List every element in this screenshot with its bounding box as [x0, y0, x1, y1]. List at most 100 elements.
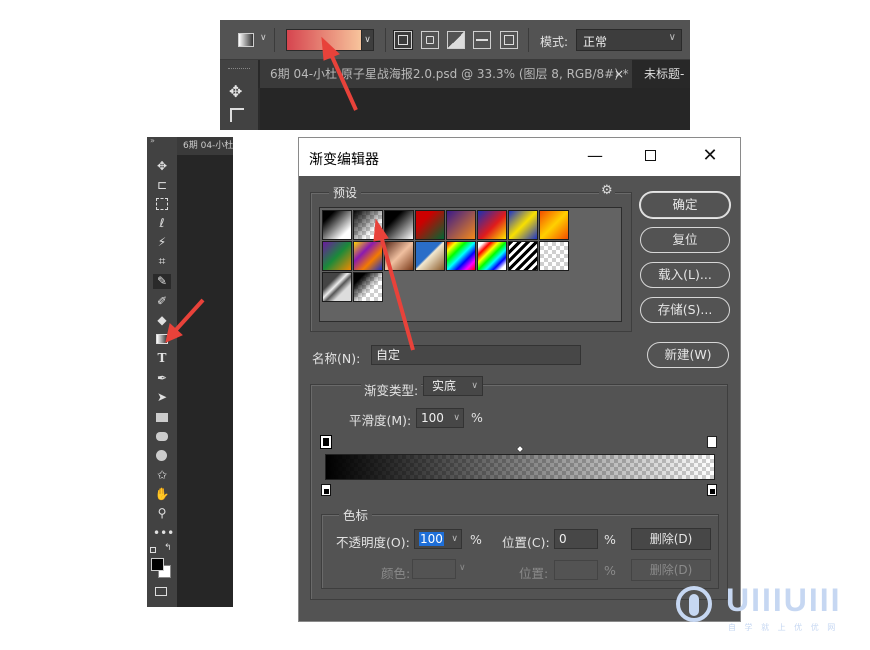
location-input[interactable]: 0	[554, 529, 598, 549]
document-tab[interactable]: 6期 04-小杜	[177, 137, 233, 155]
delete-opacity-stop-button[interactable]: 删除(D)	[631, 528, 711, 550]
preset-violet-green-orange[interactable]	[322, 241, 352, 271]
chevron-down-icon: ∨	[471, 381, 478, 391]
diamond-gradient-button[interactable]	[500, 31, 518, 49]
preset-blue-red-yellow[interactable]	[477, 210, 507, 240]
custom-shape-tool-icon[interactable]: ✩	[153, 468, 171, 483]
linear-gradient-button[interactable]	[393, 30, 413, 50]
type-tool-icon[interactable]: T	[153, 351, 171, 366]
maximize-icon[interactable]	[639, 146, 661, 166]
options-bar-crop: ∨ ∨ 模式: 正常 ∨ » 6期 04-小杜 原子星战海报2.0.psd @ …	[220, 20, 690, 130]
marquee-tool-icon[interactable]	[153, 197, 171, 212]
preset-fg-transparent[interactable]	[353, 210, 383, 240]
swap-colors-icon[interactable]: ↰	[164, 543, 172, 553]
document-tab-label: 未标题-	[644, 67, 685, 81]
artboard-tool-icon[interactable]: ⊏	[153, 178, 171, 193]
preset-violet-orange[interactable]	[446, 210, 476, 240]
preset-stripes[interactable]	[508, 241, 538, 271]
chevron-down-icon: ∨	[451, 534, 458, 544]
color-stop-left[interactable]	[321, 484, 331, 496]
smoothness-input[interactable]: 100 ∨	[416, 408, 464, 428]
preset-black-white[interactable]	[384, 210, 414, 240]
gradient-tool-icon[interactable]	[153, 332, 171, 347]
preset-orange-yellow[interactable]	[539, 210, 569, 240]
document-tab-label: 6期 04-小杜 原子星战海报2.0.psd @ 33.3% (图层 8, RG…	[270, 67, 629, 81]
reflected-gradient-button[interactable]	[473, 31, 491, 49]
preset-red-green[interactable]	[415, 210, 445, 240]
quick-mask-icon[interactable]	[155, 587, 167, 596]
toolbar-crop: » ✥ ⊏ ℓ ⚡ ⌗ ✎ ✐ ◆ T ✒ ➤ ✩ ✋ ⚲ ••• ↰ 6期 0…	[147, 136, 233, 607]
presets-group: 预设 ⚙	[310, 183, 632, 332]
name-input[interactable]: 自定	[371, 345, 581, 365]
eyedropper-tool-icon[interactable]: ✎	[153, 274, 171, 289]
save-button[interactable]: 存储(S)...	[640, 297, 730, 323]
gradient-type-value: 实底	[432, 379, 457, 393]
smoothness-label: 平滑度(M):	[349, 413, 412, 428]
gradient-tool-preset-icon[interactable]	[238, 33, 254, 47]
ellipse-tool-icon[interactable]	[153, 448, 171, 463]
foreground-color-swatch[interactable]	[151, 558, 164, 571]
preset-neutral-density[interactable]	[322, 272, 352, 302]
preset-transparent-stripes[interactable]	[539, 241, 569, 271]
preset-blue-yellow-blue[interactable]	[508, 210, 538, 240]
opacity-input[interactable]: 100 ∨	[414, 529, 462, 549]
document-tab-untitled[interactable]: 未标题-	[634, 60, 690, 88]
gear-icon[interactable]: ⚙	[599, 183, 615, 198]
rectangle-tool-icon[interactable]	[153, 410, 171, 425]
reset-button[interactable]: 复位	[640, 227, 730, 253]
dialog-title: 渐变编辑器	[309, 152, 379, 168]
artboard-tool-icon[interactable]	[230, 108, 244, 122]
options-bar: ∨ ∨ 模式: 正常 ∨	[220, 20, 690, 60]
radial-gradient-button[interactable]	[421, 31, 439, 49]
mode-select-value: 正常	[583, 35, 608, 49]
ok-button[interactable]: 确定	[640, 192, 730, 218]
preset-yellow-violet-orange-blue[interactable]	[353, 241, 383, 271]
color-label: 颜色:	[381, 566, 411, 581]
path-select-tool-icon[interactable]: ➤	[153, 390, 171, 405]
gradient-picker-dropdown[interactable]: ∨	[361, 29, 374, 51]
new-button[interactable]: 新建(W)	[647, 342, 729, 368]
minimize-icon[interactable]: —	[584, 146, 606, 166]
magic-wand-tool-icon[interactable]: ⚡	[153, 235, 171, 250]
brush-tool-icon[interactable]: ✐	[153, 294, 171, 309]
preset-transparent-rainbow[interactable]	[477, 241, 507, 271]
load-button[interactable]: 载入(L)...	[640, 262, 730, 288]
close-icon[interactable]: ×	[614, 60, 624, 88]
watermark-brand: UIIIUIII	[726, 582, 842, 618]
collapse-icon[interactable]: »	[150, 136, 155, 145]
default-colors-icon[interactable]	[150, 547, 156, 553]
zoom-tool-icon[interactable]: ⚲	[153, 506, 171, 521]
hand-tool-icon[interactable]: ✋	[153, 487, 171, 502]
preset-copper[interactable]	[384, 241, 414, 271]
opacity-stop-left[interactable]	[320, 435, 332, 449]
move-tool-icon[interactable]: ✥	[153, 159, 171, 174]
angle-gradient-button[interactable]	[447, 31, 465, 49]
document-tab[interactable]: 6期 04-小杜 原子星战海报2.0.psd @ 33.3% (图层 8, RG…	[260, 60, 632, 88]
rounded-rect-tool-icon[interactable]	[153, 429, 171, 444]
percent-label: %	[604, 532, 616, 547]
color-stop-right[interactable]	[707, 484, 717, 496]
delete-color-stop-button: 删除(D)	[631, 559, 711, 581]
opacity-stop-right[interactable]	[707, 436, 717, 448]
watermark-logo-icon	[672, 584, 716, 631]
gradient-picker-swatch[interactable]	[286, 29, 362, 51]
separator	[385, 28, 386, 52]
preset-fg-bg[interactable]	[322, 210, 352, 240]
tool-preset-chevron-icon[interactable]: ∨	[260, 33, 267, 43]
move-tool-icon[interactable]: ✥	[229, 82, 242, 101]
gradient-preview-bar[interactable]	[325, 454, 715, 480]
crop-tool-icon[interactable]: ⌗	[153, 254, 171, 269]
preset-spectrum[interactable]	[446, 241, 476, 271]
lasso-tool-icon[interactable]: ℓ	[153, 216, 171, 231]
eraser-tool-icon[interactable]: ◆	[153, 313, 171, 328]
gradient-editor-dialog: 渐变编辑器 — ✕ 预设 ⚙ 确定 复位 载入(L)... 存储(S)... 名…	[298, 137, 741, 622]
gradient-type-select[interactable]: 实底 ∨	[423, 376, 483, 396]
preset-chrome[interactable]	[415, 241, 445, 271]
close-icon[interactable]: ✕	[699, 146, 721, 166]
mode-select[interactable]: 正常 ∨	[576, 29, 682, 51]
preset-black-transparent[interactable]	[353, 272, 383, 302]
separator	[274, 28, 275, 52]
pen-tool-icon[interactable]: ✒	[153, 371, 171, 386]
stop-color-swatch	[412, 559, 456, 579]
more-tools-icon[interactable]: •••	[153, 526, 174, 541]
